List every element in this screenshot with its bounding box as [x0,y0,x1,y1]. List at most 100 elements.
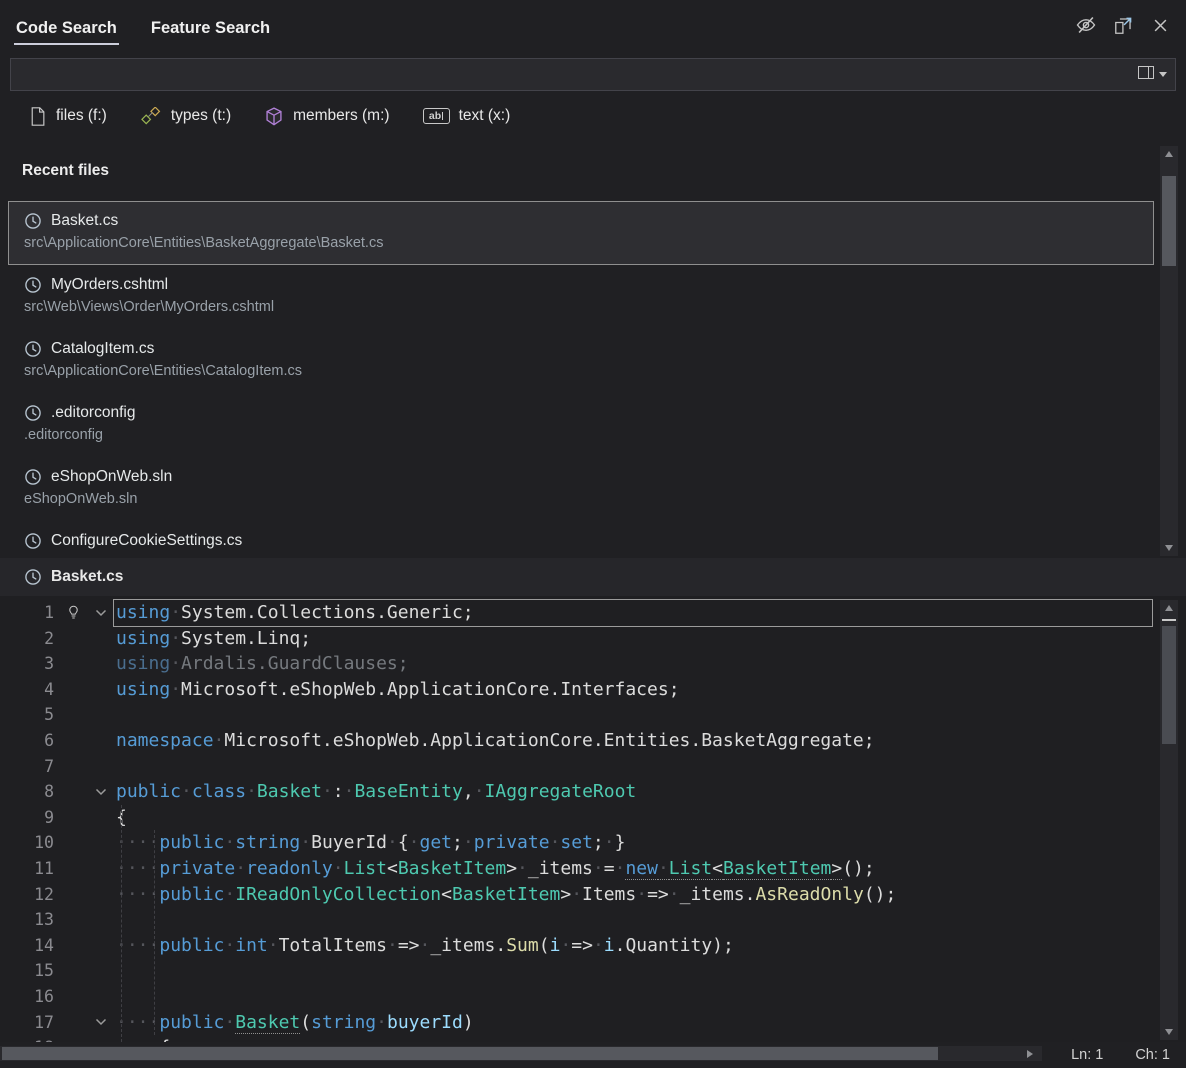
recent-files-list: Basket.cs src\ApplicationCore\Entities\B… [0,191,1186,558]
filter-text[interactable]: ab text (x:) [423,105,511,127]
indent-guide [121,805,122,1042]
line-number: 18 [0,1035,58,1042]
filter-row: files (f:) types (t:) members (m:) ab te… [0,92,1186,140]
recent-file-item[interactable]: CatalogItem.cs src\ApplicationCore\Entit… [8,329,1154,393]
line-number: 11 [0,856,58,882]
recent-file-item[interactable]: .editorconfig .editorconfig [8,393,1154,457]
filter-types[interactable]: types (t:) [140,105,231,127]
hide-icon[interactable] [1076,15,1096,35]
line-number: 10 [0,830,58,856]
recent-file-item[interactable]: MyOrders.cshtml src\Web\Views\Order\MyOr… [8,265,1154,329]
line-number: 5 [0,702,58,728]
scroll-down-button[interactable] [1160,540,1178,556]
scroll-right-button[interactable] [1020,1046,1040,1061]
triangle-down-icon [1165,1029,1173,1035]
triangle-up-icon [1165,605,1173,611]
code-line[interactable]: 17 ····public·Basket(string·buyerId) [0,1010,1186,1036]
types-icon [140,105,162,127]
line-number: 1 [0,600,58,626]
code-line[interactable]: 13 [0,907,1186,933]
code-line[interactable]: 15 [0,958,1186,984]
code-scrollbar-thumb[interactable] [1162,626,1176,744]
code-line[interactable]: 4 using·Microsoft.eShopWeb.ApplicationCo… [0,677,1186,703]
line-indicator: Ln: 1 [1071,1047,1103,1063]
triangle-down-icon [1165,545,1173,551]
scroll-down-button[interactable] [1160,1024,1178,1040]
search-input[interactable] [11,59,1129,90]
line-number: 4 [0,677,58,703]
recent-list-scrollbar[interactable] [1160,146,1178,556]
history-icon [24,532,42,550]
code-search-window: Code Search Feature Search files (f:) typ… [0,0,1186,1068]
code-line[interactable]: 11 ····private·readonly·List<BasketItem>… [0,856,1186,882]
code-line[interactable]: 14 ····public·int·TotalItems·=>·_items.S… [0,933,1186,959]
history-icon [24,212,42,230]
line-number: 9 [0,805,58,831]
titlebar-icons [1076,15,1170,35]
code-line[interactable]: 3 using·Ardalis.GuardClauses; [0,651,1186,677]
chevron-down-icon [1159,72,1167,77]
list-scrollbar-thumb[interactable] [1162,176,1176,266]
line-number: 2 [0,626,58,652]
line-number: 3 [0,651,58,677]
tab-code-search[interactable]: Code Search [14,19,119,52]
code-line[interactable]: 8 public·class·Basket·:·BaseEntity,·IAgg… [0,779,1186,805]
search-layout-dropdown[interactable] [1129,59,1175,90]
history-icon [24,276,42,294]
line-number: 13 [0,907,58,933]
code-line[interactable]: 7 [0,754,1186,780]
scroll-up-button[interactable] [1160,146,1178,162]
code-line[interactable]: 10 ····public·string·BuyerId·{·get;·priv… [0,830,1186,856]
preview-file-title: Basket.cs [51,568,123,586]
code-line[interactable]: 2 using·System.Linq; [0,626,1186,652]
search-box [10,58,1176,91]
scrollbar-position-marker [1162,619,1176,621]
code-line[interactable]: 18 ····{ [0,1035,1186,1042]
fold-chevron-icon[interactable] [88,779,114,805]
scroll-up-button[interactable] [1160,600,1178,616]
horizontal-scrollbar[interactable] [0,1046,1042,1061]
line-number: 8 [0,779,58,805]
code-preview: 1 using·System.Collections.Generic; 2 us… [0,596,1186,1042]
hscrollbar-thumb[interactable] [2,1047,938,1060]
file-icon [27,105,47,127]
code-scrollbar[interactable] [1160,600,1178,1040]
cursor-position: Ln: 1 Ch: 1 [1071,1042,1170,1068]
recent-file-item[interactable]: eShopOnWeb.sln eShopOnWeb.sln [8,457,1154,521]
triangle-right-icon [1027,1050,1033,1058]
filter-files[interactable]: files (f:) [27,105,107,127]
fold-chevron-icon[interactable] [88,1010,114,1036]
code-line[interactable]: 6 namespace·Microsoft.eShopWeb.Applicati… [0,728,1186,754]
status-bar: Ln: 1 Ch: 1 [0,1042,1186,1068]
code-line[interactable]: 1 using·System.Collections.Generic; [0,600,1186,626]
code-line[interactable]: 16 [0,984,1186,1010]
indent-guide [154,830,155,1035]
filter-members[interactable]: members (m:) [264,105,389,127]
line-number: 6 [0,728,58,754]
recent-files-header: Recent files [0,140,1186,191]
close-icon[interactable] [1150,15,1170,35]
line-number: 7 [0,754,58,780]
recent-file-item[interactable]: ConfigureCookieSettings.cs [8,521,1154,558]
recent-file-item[interactable]: Basket.cs src\ApplicationCore\Entities\B… [8,201,1154,265]
lightbulb-icon [58,600,88,626]
tab-feature-search[interactable]: Feature Search [149,19,272,52]
line-number: 15 [0,958,58,984]
line-number: 12 [0,882,58,908]
layout-icon [1138,66,1154,84]
members-icon [264,105,284,127]
history-icon [24,404,42,422]
history-icon [24,568,42,586]
column-indicator: Ch: 1 [1135,1047,1170,1063]
line-number: 17 [0,1010,58,1036]
text-icon: ab [423,105,450,127]
code-line[interactable]: 12 ····public·IReadOnlyCollection<Basket… [0,882,1186,908]
code-line[interactable]: 5 [0,702,1186,728]
code-line[interactable]: 9 { [0,805,1186,831]
tab-strip: Code Search Feature Search [0,0,1186,52]
fold-chevron-icon[interactable] [88,600,114,626]
search-row [0,52,1186,92]
line-number: 14 [0,933,58,959]
popout-icon[interactable] [1113,15,1133,35]
code-editor[interactable]: 1 using·System.Collections.Generic; 2 us… [0,596,1186,1042]
